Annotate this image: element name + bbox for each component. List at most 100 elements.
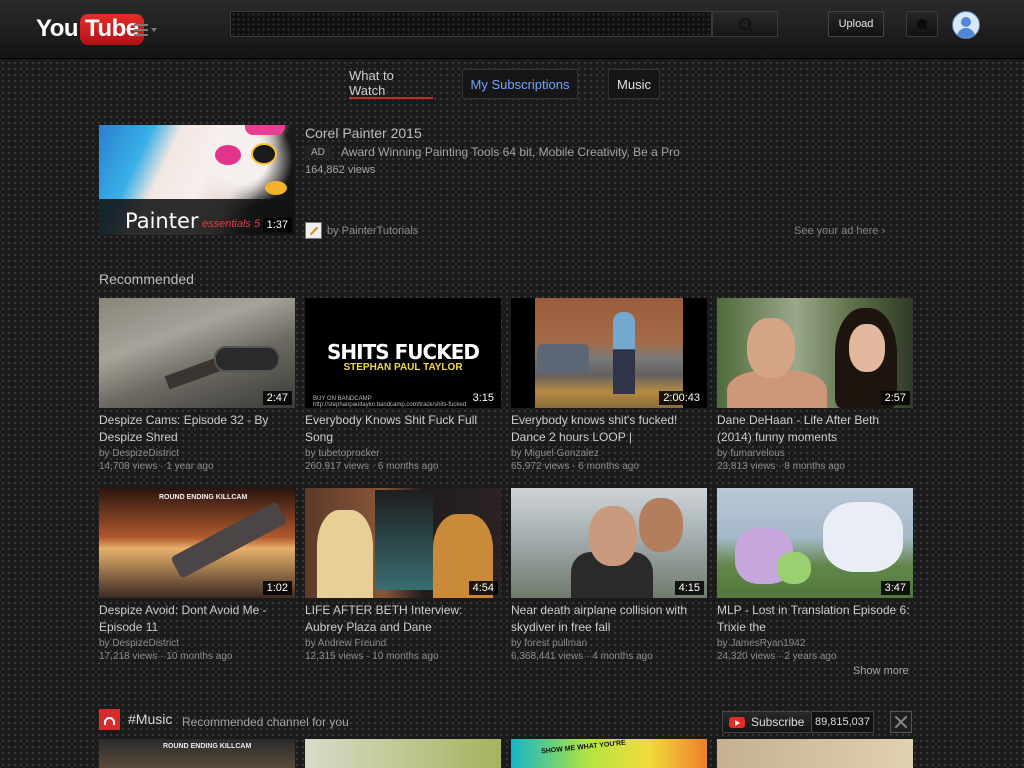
video-channel[interactable]: by Miguel Gonzalez	[511, 448, 707, 459]
video-age: 6 months ago	[377, 461, 439, 472]
video-age: 10 months ago	[372, 651, 439, 662]
video-duration: 2:57	[880, 391, 910, 405]
video-card[interactable]: 4:15 Near death airplane collision with …	[511, 488, 707, 662]
video-thumbnail[interactable]: SHITS FUCKED STEPHAN PAUL TAYLOR BUY ON …	[305, 298, 501, 408]
thumb-text: ROUND ENDING KILLCAM	[159, 494, 248, 501]
video-meta: 23,813 views · 8 months ago	[717, 461, 913, 472]
subscribe-button[interactable]: Subscribe	[722, 711, 812, 733]
video-title[interactable]: Near death airplane collision with skydi…	[511, 602, 707, 636]
video-views: 12,315 views	[305, 651, 364, 662]
youtube-logo[interactable]: You Tube	[36, 13, 144, 45]
video-card[interactable]: 2:47 Despize Cams: Episode 32 - By Despi…	[99, 298, 295, 472]
thumb-text: SHOW ME WHAT YOU'RE	[540, 739, 627, 756]
youtube-play-icon	[729, 716, 745, 728]
meta-separator: ·	[160, 651, 164, 662]
video-card[interactable]: SHITS FUCKED STEPHAN PAUL TAYLOR BUY ON …	[305, 298, 501, 472]
video-duration: 4:15	[674, 581, 704, 595]
channel-name[interactable]: #Music	[128, 711, 172, 727]
video-card[interactable]: 4:54 LIFE AFTER BETH Interview: Aubrey P…	[305, 488, 501, 662]
show-more-button[interactable]: Show more	[853, 665, 909, 677]
channel-description: Recommended channel for you	[182, 715, 349, 729]
notifications-button[interactable]	[906, 11, 938, 37]
video-age: 2 years ago	[784, 651, 837, 662]
video-thumbnail[interactable]: 2:57	[717, 298, 913, 408]
meta-separator: ·	[160, 461, 164, 472]
channel-video-thumbnail[interactable]: SHOW ME WHAT YOU'RE	[511, 739, 707, 768]
video-thumbnail[interactable]: 3:47	[717, 488, 913, 598]
ad-description: Award Winning Painting Tools 64 bit, Mob…	[341, 145, 680, 159]
video-views: 23,813 views	[717, 461, 776, 472]
subscriber-count: 89,815,037	[812, 711, 874, 733]
section-heading-recommended[interactable]: Recommended	[99, 271, 194, 287]
video-meta: 12,315 views · 10 months ago	[305, 651, 501, 662]
channel-video-thumbnail[interactable]	[305, 739, 501, 768]
see-your-ad-link[interactable]: See your ad here ›	[794, 225, 885, 237]
video-meta: 65,972 views · 6 months ago	[511, 461, 707, 472]
video-title[interactable]: Everybody knows shit's fucked! Dance 2 h…	[511, 412, 707, 446]
thumb-text: ROUND ENDING KILLCAM	[163, 743, 252, 750]
video-channel[interactable]: by DespizeDistrict	[99, 638, 295, 649]
tab-my-subscriptions[interactable]: My Subscriptions	[462, 69, 578, 99]
video-card[interactable]: 2:00:43 Everybody knows shit's fucked! D…	[511, 298, 707, 472]
ad-view-count: 164,862 views	[305, 164, 376, 176]
meta-separator: ·	[366, 651, 370, 662]
video-duration: 2:47	[262, 391, 292, 405]
video-title[interactable]: MLP - Lost in Translation Episode 6: Tri…	[717, 602, 913, 636]
video-title[interactable]: LIFE AFTER BETH Interview: Aubrey Plaza …	[305, 602, 501, 636]
video-views: 24,320 views	[717, 651, 776, 662]
video-title[interactable]: Despize Cams: Episode 32 - By Despize Sh…	[99, 412, 295, 446]
video-duration: 1:02	[262, 581, 292, 595]
ad-channel-link[interactable]: by PainterTutorials	[327, 225, 418, 237]
video-thumbnail[interactable]: 4:54	[305, 488, 501, 598]
ad-badge: AD	[305, 145, 331, 159]
video-channel[interactable]: by Andrew Freund	[305, 638, 501, 649]
search-icon	[739, 18, 751, 30]
meta-separator: ·	[586, 651, 590, 662]
video-views: 17,218 views	[99, 651, 158, 662]
video-age: 8 months ago	[784, 461, 845, 472]
ad-video-thumbnail[interactable]: Painter essentials 5 1:37	[99, 125, 295, 235]
channel-video-thumbnail[interactable]: ROUND ENDING KILLCAM	[99, 739, 295, 768]
search-button[interactable]	[712, 11, 778, 37]
video-age: 10 months ago	[166, 651, 233, 662]
video-channel[interactable]: by fumarvelous	[717, 448, 913, 459]
ad-thumb-brand-sub: essentials 5	[202, 218, 261, 230]
video-views: 14,708 views	[99, 461, 158, 472]
video-meta: 24,320 views · 2 years ago	[717, 651, 913, 662]
video-thumbnail[interactable]: 2:00:43	[511, 298, 707, 408]
video-title[interactable]: Everybody Knows Shit Fuck Full Song	[305, 412, 501, 446]
dismiss-button[interactable]	[890, 711, 912, 733]
video-views: 260,917 views	[305, 461, 369, 472]
video-title[interactable]: Despize Avoid: Dont Avoid Me - Episode 1…	[99, 602, 295, 636]
video-age: 4 months ago	[592, 651, 653, 662]
video-age: 6 months ago	[578, 461, 639, 472]
video-card[interactable]: ROUND ENDING KILLCAM 1:02 Despize Avoid:…	[99, 488, 295, 662]
thumb-subtext: STEPHAN PAUL TAYLOR	[343, 362, 463, 373]
tab-music[interactable]: Music	[608, 69, 660, 99]
thumb-text: SHITS FUCKED	[327, 340, 480, 364]
video-channel[interactable]: by tubetoprocker	[305, 448, 501, 459]
close-icon	[894, 715, 908, 729]
video-thumbnail[interactable]: 4:15	[511, 488, 707, 598]
video-channel[interactable]: by forest pullman	[511, 638, 707, 649]
meta-separator: ·	[572, 461, 576, 472]
video-thumbnail[interactable]: 2:47	[99, 298, 295, 408]
video-thumbnail[interactable]: ROUND ENDING KILLCAM 1:02	[99, 488, 295, 598]
search-input[interactable]	[230, 11, 712, 37]
video-channel[interactable]: by DespizeDistrict	[99, 448, 295, 459]
video-meta: 17,218 views · 10 months ago	[99, 651, 295, 662]
guide-menu-icon[interactable]	[134, 22, 160, 38]
channel-avatar-icon[interactable]	[305, 222, 322, 239]
subscribe-label: Subscribe	[751, 715, 805, 729]
video-channel[interactable]: by JamesRyan1942	[717, 638, 913, 649]
tab-what-to-watch[interactable]: What to Watch	[349, 68, 433, 99]
video-card[interactable]: 2:57 Dane DeHaan - Life After Beth (2014…	[717, 298, 913, 472]
upload-button[interactable]: Upload	[828, 11, 884, 37]
ad-video-title[interactable]: Corel Painter 2015	[305, 125, 422, 141]
logo-you-text: You	[36, 15, 79, 42]
headphones-icon[interactable]	[99, 709, 120, 730]
channel-video-thumbnail[interactable]	[717, 739, 913, 768]
video-card[interactable]: 3:47 MLP - Lost in Translation Episode 6…	[717, 488, 913, 662]
video-title[interactable]: Dane DeHaan - Life After Beth (2014) fun…	[717, 412, 913, 446]
account-avatar[interactable]	[952, 11, 980, 39]
